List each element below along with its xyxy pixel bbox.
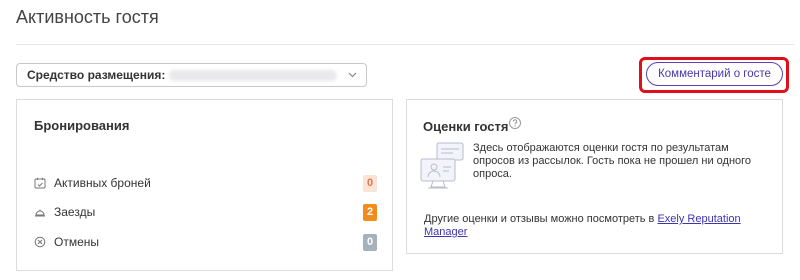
ratings-card: Оценки гостя Здесь отображаются оценки г… xyxy=(406,99,783,254)
survey-description: Здесь отображаются оценки гостя по резул… xyxy=(473,142,752,180)
count-badge: 0 xyxy=(363,233,377,251)
property-select-value xyxy=(169,69,338,81)
other-ratings-prefix: Другие оценки и отзывы можно посмотреть … xyxy=(424,213,658,225)
cancel-circle-icon xyxy=(33,235,47,249)
question-circle-icon[interactable] xyxy=(508,116,522,130)
property-select-label: Средство размещения: xyxy=(27,68,166,82)
count-badge: 2 xyxy=(363,203,377,221)
ratings-title: Оценки гостя xyxy=(423,119,509,134)
bookings-title: Бронирования xyxy=(34,118,130,133)
booking-row-arrivals: Заезды 2 xyxy=(33,202,377,222)
chevron-down-icon[interactable] xyxy=(346,69,358,81)
property-select[interactable]: Средство размещения: xyxy=(16,63,367,87)
bookings-card: Бронирования Активных броней 0 Заезды 2 … xyxy=(16,99,393,271)
page-title: Активность гостя xyxy=(16,7,159,27)
calendar-check-icon xyxy=(33,176,47,190)
booking-row-label: Активных броней xyxy=(54,176,151,190)
count-badge: 0 xyxy=(363,174,377,192)
header-divider xyxy=(16,44,794,45)
booking-row-cancellations: Отмены 0 xyxy=(33,232,377,252)
other-ratings-text: Другие оценки и отзывы можно посмотреть … xyxy=(424,213,776,239)
survey-illustration-icon xyxy=(419,141,465,193)
booking-row-active: Активных броней 0 xyxy=(33,173,377,193)
booking-row-label: Заезды xyxy=(54,205,96,219)
booking-row-label: Отмены xyxy=(54,235,100,249)
reception-bell-icon xyxy=(33,205,47,219)
guest-comment-button[interactable]: Комментарий о госте xyxy=(646,62,783,86)
